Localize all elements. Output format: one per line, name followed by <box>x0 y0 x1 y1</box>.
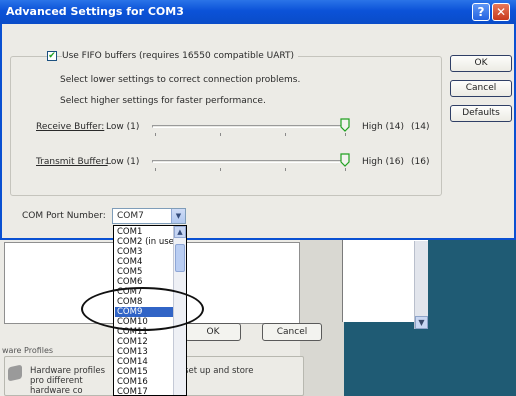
com-port-value: COM7 <box>117 211 144 221</box>
receive-buffer-label: Receive Buffer: <box>36 122 105 132</box>
close-icon[interactable]: ✕ <box>492 3 510 21</box>
defaults-button[interactable]: Defaults <box>450 105 512 122</box>
com-port-option[interactable]: COM14 <box>115 357 173 367</box>
com-port-option[interactable]: COM4 <box>115 257 173 267</box>
receive-buffer-slider-track[interactable] <box>152 125 348 128</box>
com-port-option[interactable]: COM5 <box>115 267 173 277</box>
com-port-option[interactable]: COM17 <box>115 387 173 395</box>
transmit-low-label: Low (1) <box>106 157 140 167</box>
fifo-checkbox-label[interactable]: Use FIFO buffers (requires 16550 compati… <box>62 51 299 61</box>
receive-high-label: High (14) <box>362 122 405 132</box>
transmit-buffer-slider-thumb[interactable] <box>340 153 350 167</box>
com-port-option[interactable]: COM6 <box>115 277 173 287</box>
fifo-checkbox[interactable]: ✔ <box>47 51 57 61</box>
transmit-tick <box>220 168 221 171</box>
transmit-buffer-slider-track[interactable] <box>152 160 348 163</box>
com-port-option[interactable]: COM12 <box>115 337 173 347</box>
com-port-option[interactable]: COM3 <box>115 247 173 257</box>
receive-tick <box>285 133 286 136</box>
chevron-down-icon[interactable]: ▼ <box>171 209 185 223</box>
background-ok-button[interactable]: OK <box>185 323 241 341</box>
com-port-option[interactable]: COM1 <box>115 227 173 237</box>
transmit-tick <box>345 168 346 171</box>
receive-tick <box>155 133 156 136</box>
receive-tick <box>220 133 221 136</box>
hint-lower: Select lower settings to correct connect… <box>60 75 301 85</box>
transmit-tick <box>285 168 286 171</box>
background-cancel-button[interactable]: Cancel <box>262 323 322 341</box>
receive-tick <box>345 133 346 136</box>
com-port-select[interactable]: COM7 ▼ <box>112 208 186 224</box>
com-port-option[interactable]: COM16 <box>115 377 173 387</box>
background-scrollbar[interactable]: ▼ <box>414 241 428 329</box>
com-port-label: COM Port Number: <box>22 211 106 221</box>
receive-value: (14) <box>411 122 430 132</box>
annotation-ellipse <box>81 287 204 331</box>
com-port-option[interactable]: COM15 <box>115 367 173 377</box>
com-port-option[interactable]: COM2 (in use) <box>115 237 177 247</box>
com-port-option[interactable]: COM13 <box>115 347 173 357</box>
ok-button[interactable]: OK <box>450 55 512 72</box>
transmit-high-label: High (16) <box>362 157 405 167</box>
transmit-tick <box>155 168 156 171</box>
dialog-title: Advanced Settings for COM3 <box>6 5 184 18</box>
transmit-value: (16) <box>411 157 430 167</box>
help-icon[interactable]: ? <box>472 3 490 21</box>
hardware-profiles-title: ware Profiles <box>2 346 54 355</box>
scroll-up-icon[interactable]: ▲ <box>174 226 186 238</box>
receive-low-label: Low (1) <box>106 122 140 132</box>
cancel-button[interactable]: Cancel <box>450 80 512 97</box>
dropdown-scroll-thumb[interactable] <box>175 244 185 272</box>
hint-higher: Select higher settings for faster perfor… <box>60 96 266 106</box>
transmit-buffer-label: Transmit Buffer: <box>36 157 108 167</box>
scroll-down-icon[interactable]: ▼ <box>415 316 428 329</box>
background-window-edge <box>300 240 344 396</box>
receive-buffer-slider-thumb[interactable] <box>340 118 350 132</box>
hardware-profiles-text-right: p set up and store <box>176 366 254 376</box>
hardware-profiles-text: Hardware profiles pro different hardware… <box>30 366 106 396</box>
title-bar[interactable]: Advanced Settings for COM3 ? ✕ <box>0 0 516 24</box>
